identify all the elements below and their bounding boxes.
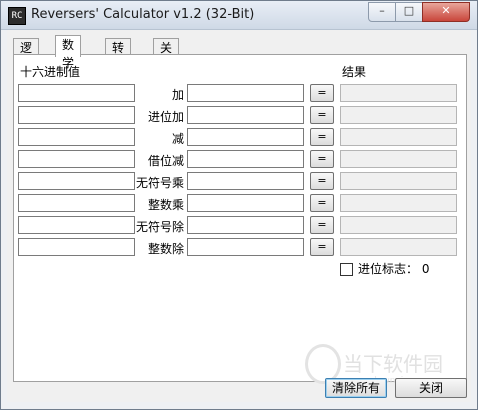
operand-b-input-7[interactable]: [187, 238, 304, 256]
result-field-5: [340, 194, 457, 212]
window-title: Reversers' Calculator v1.2 (32-Bit): [31, 7, 255, 22]
operand-b-input-1[interactable]: [187, 106, 304, 124]
equals-button-5[interactable]: =: [310, 194, 334, 212]
maximize-button[interactable]: □: [395, 2, 423, 22]
operand-b-input-6[interactable]: [187, 216, 304, 234]
operation-label-add: 加: [171, 88, 184, 102]
result-field-1: [340, 106, 457, 124]
client-area: 逻辑 数学 转换 关于 十六进制值 结果 加 = 进位加 = 减 =: [7, 30, 471, 402]
operand-a-input-4[interactable]: [18, 172, 135, 190]
equals-button-1[interactable]: =: [310, 106, 334, 124]
equals-button-4[interactable]: =: [310, 172, 334, 190]
operation-label-idiv: 整数除: [147, 242, 184, 256]
result-field-2: [340, 128, 457, 146]
operand-a-input-7[interactable]: [18, 238, 135, 256]
operand-a-input-3[interactable]: [18, 150, 135, 168]
math-panel: 十六进制值 结果 加 = 进位加 = 减 = 借位减 = 无符号乘 = 整数乘 …: [13, 54, 467, 382]
operation-label-mul: 无符号乘: [135, 176, 184, 190]
operand-a-input-0[interactable]: [18, 84, 135, 102]
operand-a-input-6[interactable]: [18, 216, 135, 234]
result-field-3: [340, 150, 457, 168]
carry-flag-label: 进位标志： 0: [358, 262, 430, 276]
operation-label-adc: 进位加: [147, 110, 184, 124]
clear-all-button[interactable]: 清除所有: [325, 378, 387, 398]
title-bar: RC Reversers' Calculator v1.2 (32-Bit) –…: [1, 1, 477, 30]
close-button[interactable]: 关闭: [395, 378, 467, 398]
operand-a-input-5[interactable]: [18, 194, 135, 212]
operand-b-input-5[interactable]: [187, 194, 304, 212]
operand-a-input-1[interactable]: [18, 106, 135, 124]
watermark-text: 当下软件园: [343, 352, 443, 376]
result-field-7: [340, 238, 457, 256]
operation-label-div: 无符号除: [135, 220, 184, 234]
equals-button-3[interactable]: =: [310, 150, 334, 168]
close-window-button[interactable]: ✕: [422, 2, 470, 22]
tab-math[interactable]: 数学: [55, 35, 82, 70]
result-field-0: [340, 84, 457, 102]
result-field-4: [340, 172, 457, 190]
operation-label-imul: 整数乘: [147, 198, 184, 212]
result-label: 结果: [342, 65, 367, 79]
operation-label-sub: 减: [171, 132, 184, 146]
minimize-button[interactable]: –: [368, 2, 396, 22]
app-icon: RC: [8, 7, 26, 25]
equals-button-6[interactable]: =: [310, 216, 334, 234]
equals-button-0[interactable]: =: [310, 84, 334, 102]
app-window: RC Reversers' Calculator v1.2 (32-Bit) –…: [0, 0, 478, 410]
operation-label-sbb: 借位减: [147, 154, 184, 168]
operand-b-input-2[interactable]: [187, 128, 304, 146]
equals-button-2[interactable]: =: [310, 128, 334, 146]
carry-flag-checkbox[interactable]: [340, 263, 353, 276]
operand-b-input-0[interactable]: [187, 84, 304, 102]
equals-button-7[interactable]: =: [310, 238, 334, 256]
operand-b-input-3[interactable]: [187, 150, 304, 168]
operand-b-input-4[interactable]: [187, 172, 304, 190]
result-field-6: [340, 216, 457, 234]
operand-a-input-2[interactable]: [18, 128, 135, 146]
